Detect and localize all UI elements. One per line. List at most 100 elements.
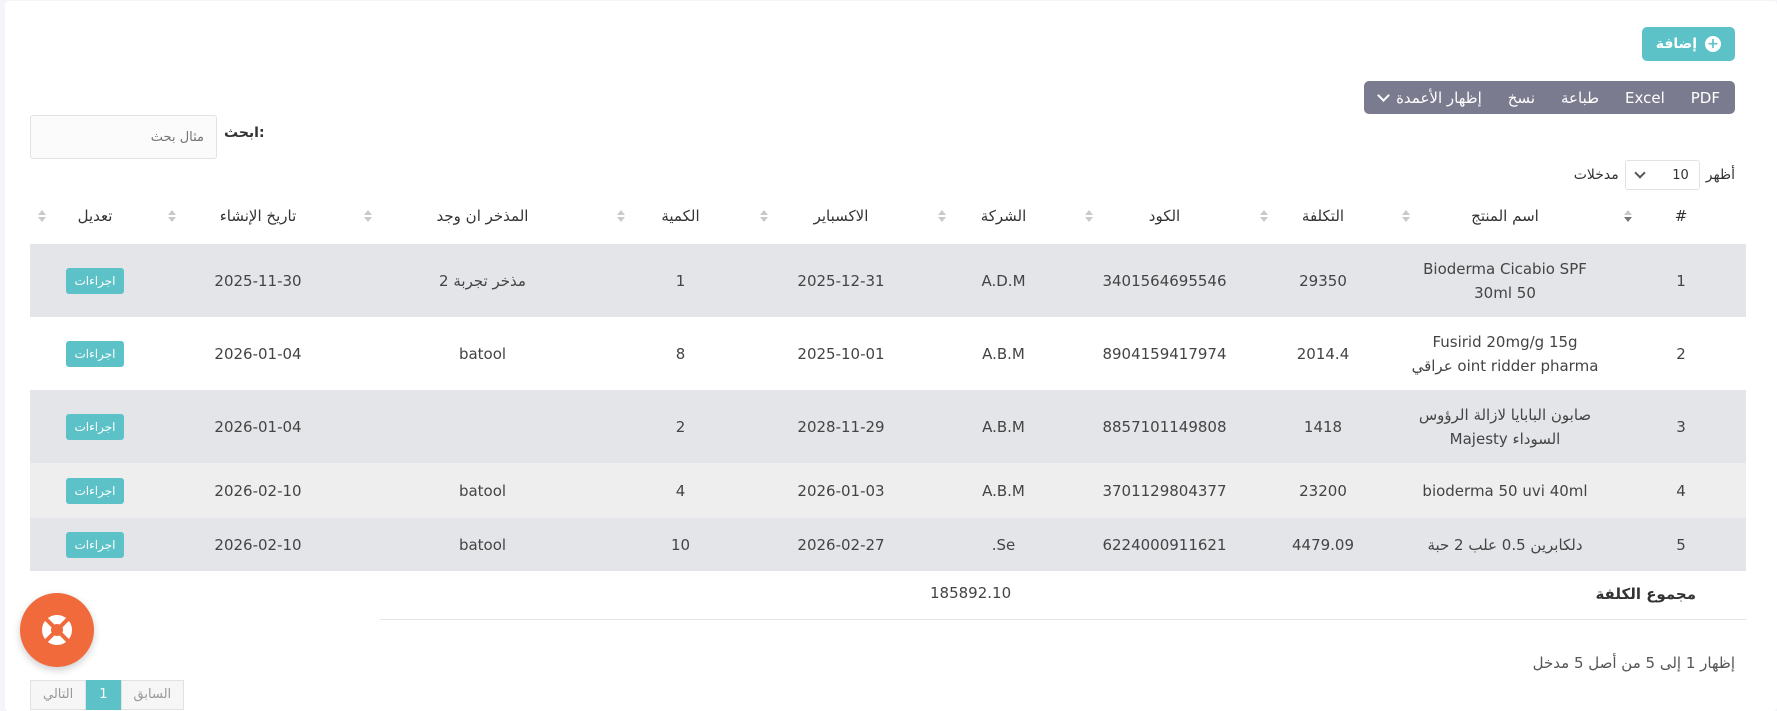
- column-header-supplier[interactable]: المذخر ان وجد: [356, 188, 609, 244]
- cell-edit: اجراءات: [30, 463, 160, 518]
- cell-quantity: 1: [609, 244, 752, 317]
- cell-product-name: صابون البابايا لازالة الرؤوس السوداء Maje…: [1394, 390, 1616, 463]
- sort-icon: [938, 210, 946, 222]
- cell-product-name: دلكابرين 0.5 علب 2 حبة: [1394, 518, 1616, 571]
- export-toolbar: PDF Excel طباعة نسخ إظهار الأعمدة: [1364, 81, 1735, 114]
- actions-button[interactable]: اجراءات: [65, 413, 125, 440]
- actions-button[interactable]: اجراءات: [65, 477, 125, 504]
- column-visibility-button[interactable]: إظهار الأعمدة: [1366, 81, 1495, 114]
- cell-supplier: مذخر تجربة 2: [356, 244, 609, 317]
- table-row: 4 bioderma 50 uvi 40ml 23200 37011298043…: [30, 463, 1746, 518]
- pagination-page-1[interactable]: 1: [86, 680, 121, 710]
- column-header-quantity[interactable]: الكمية: [609, 188, 752, 244]
- cell-supplier: batool: [356, 518, 609, 571]
- sort-icon: [1085, 210, 1093, 222]
- cell-created-date: 2026-01-04: [160, 317, 356, 390]
- search-input[interactable]: [30, 115, 217, 159]
- column-visibility-label: إظهار الأعمدة: [1396, 88, 1482, 107]
- cell-code: 8857101149808: [1077, 390, 1252, 463]
- length-entries-label: مدخلات: [1573, 167, 1619, 183]
- cell-number: 3: [1616, 390, 1746, 463]
- excel-button[interactable]: Excel: [1612, 81, 1678, 114]
- cell-expiry: 2026-01-03: [752, 463, 930, 518]
- table-row: 5 دلكابرين 0.5 علب 2 حبة 4479.09 6224000…: [30, 518, 1746, 571]
- cell-edit: اجراءات: [30, 390, 160, 463]
- cell-supplier: batool: [356, 317, 609, 390]
- table-row: 3 صابون البابايا لازالة الرؤوس السوداء Ma…: [30, 390, 1746, 463]
- column-header-number[interactable]: #: [1616, 188, 1746, 244]
- plus-circle-icon: +: [1705, 36, 1721, 52]
- cell-number: 2: [1616, 317, 1746, 390]
- search-label: ابحث:: [224, 125, 265, 141]
- cell-code: 8904159417974: [1077, 317, 1252, 390]
- sort-icon: [168, 210, 176, 222]
- sort-icon: [760, 210, 768, 222]
- cell-quantity: 2: [609, 390, 752, 463]
- pagination: التالي 1 السابق: [30, 680, 185, 710]
- column-header-cost[interactable]: التكلفة: [1252, 188, 1394, 244]
- cell-quantity: 8: [609, 317, 752, 390]
- cell-code: 3701129804377: [1077, 463, 1252, 518]
- cell-created-date: 2026-01-04: [160, 390, 356, 463]
- add-button-label: إضافة: [1655, 36, 1697, 52]
- cell-number: 1: [1616, 244, 1746, 317]
- sort-icon: [1624, 210, 1632, 222]
- print-button[interactable]: طباعة: [1548, 81, 1612, 114]
- column-header-edit[interactable]: تعديل: [30, 188, 160, 244]
- pdf-button[interactable]: PDF: [1678, 81, 1733, 114]
- sort-icon: [1260, 210, 1268, 222]
- page-length-value: 10: [1672, 167, 1689, 183]
- pagination-previous[interactable]: السابق: [120, 680, 185, 710]
- cell-company: A.B.M: [930, 390, 1077, 463]
- cell-cost: 2014.4: [1252, 317, 1394, 390]
- chevron-down-icon: [1377, 89, 1390, 102]
- copy-button[interactable]: نسخ: [1495, 81, 1548, 114]
- cell-cost: 4479.09: [1252, 518, 1394, 571]
- actions-button[interactable]: اجراءات: [65, 340, 125, 367]
- cell-number: 5: [1616, 518, 1746, 571]
- sort-icon: [364, 210, 372, 222]
- cell-expiry: 2025-12-31: [752, 244, 930, 317]
- table-row: 1 Bioderma Cicabio SPF 50 30ml 29350 3401…: [30, 244, 1746, 317]
- total-cost-value: 185892.10: [930, 584, 1012, 602]
- table-info: إظهار 1 إلى 5 من أصل 5 مدخل: [1532, 654, 1735, 672]
- column-header-created-date[interactable]: تاريخ الإنشاء: [160, 188, 356, 244]
- cell-edit: اجراءات: [30, 317, 160, 390]
- sort-icon: [38, 210, 46, 222]
- column-header-expiry[interactable]: الاكسباير: [752, 188, 930, 244]
- chevron-down-icon: [1634, 167, 1646, 179]
- cell-expiry: 2026-02-27: [752, 518, 930, 571]
- cell-cost: 29350: [1252, 244, 1394, 317]
- column-header-company[interactable]: الشركة: [930, 188, 1077, 244]
- sort-icon: [1402, 210, 1410, 222]
- add-button[interactable]: + إضافة: [1641, 27, 1735, 61]
- cell-code: 3401564695546: [1077, 244, 1252, 317]
- cell-company: Se.: [930, 518, 1077, 571]
- page-length-select[interactable]: 10: [1624, 160, 1700, 190]
- cell-edit: اجراءات: [30, 518, 160, 571]
- cell-company: A.B.M: [930, 317, 1077, 390]
- cell-company: A.D.M: [930, 244, 1077, 317]
- cell-cost: 23200: [1252, 463, 1394, 518]
- cell-code: 6224000911621: [1077, 518, 1252, 571]
- cell-product-name: Bioderma Cicabio SPF 50 30ml: [1394, 244, 1616, 317]
- cell-product-name: bioderma 50 uvi 40ml: [1394, 463, 1616, 518]
- page-length-control: أظهر 10 مدخلات: [1574, 160, 1735, 190]
- cell-product-name: Fusirid 20mg/g 15g oint ridder pharma عرا…: [1394, 317, 1616, 390]
- cell-created-date: 2025-11-30: [160, 244, 356, 317]
- total-cost-label: مجموع الكلفة: [1595, 585, 1696, 603]
- cell-supplier: [356, 390, 609, 463]
- help-button[interactable]: [20, 593, 94, 667]
- column-header-code[interactable]: الكود: [1077, 188, 1252, 244]
- cell-created-date: 2026-02-10: [160, 518, 356, 571]
- pagination-next[interactable]: التالي: [30, 680, 87, 710]
- products-table: # اسم المنتج التكلفة الكود الشركة الاكسب…: [30, 188, 1746, 571]
- cell-edit: اجراءات: [30, 244, 160, 317]
- lifebuoy-icon: [42, 615, 72, 645]
- cell-quantity: 10: [609, 518, 752, 571]
- actions-button[interactable]: اجراءات: [65, 267, 125, 294]
- column-header-product-name[interactable]: اسم المنتج: [1394, 188, 1616, 244]
- cell-cost: 1418: [1252, 390, 1394, 463]
- actions-button[interactable]: اجراءات: [65, 531, 125, 558]
- table-row: 2 Fusirid 20mg/g 15g oint ridder pharma ع…: [30, 317, 1746, 390]
